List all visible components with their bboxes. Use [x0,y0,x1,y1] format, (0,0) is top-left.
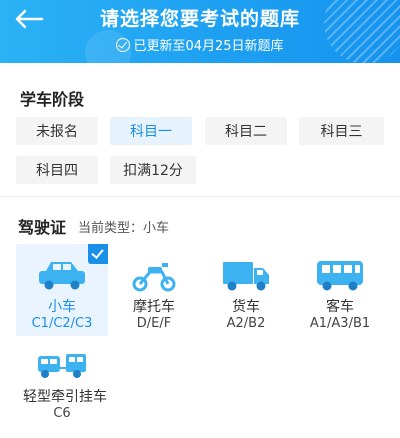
license-section-title: 驾驶证 [18,218,67,237]
vehicle-option[interactable]: 轻型牵引挂车 C6 [16,334,108,426]
selected-check-icon [88,244,108,264]
page-title: 请选择您要考试的题库 [99,8,300,30]
motorcycle-icon [132,263,176,292]
vehicle-code: C6 [53,406,71,421]
vehicle-code: D/E/F [136,316,172,331]
divider [0,196,400,197]
trailer-icon [38,354,86,378]
current-type-label: 当前类型：小车 [78,221,170,236]
stage-option[interactable]: 未报名 [16,117,98,145]
vehicle-name: 客车 [326,299,354,315]
vehicle-code: A1/A3/B1 [309,316,371,331]
stage-option[interactable]: 科目三 [299,117,384,145]
check-circle-icon [116,38,131,52]
update-notice-text: 已更新至04月25日新题库 [133,39,284,54]
vehicle-option[interactable]: 客车 A1/A3/B1 [294,244,386,336]
stage-option[interactable]: 科目一 [110,117,192,145]
vehicle-code: C1/C2/C3 [31,316,93,331]
vehicle-option[interactable]: 货车 A2/B2 [200,244,292,336]
car-icon [39,262,85,290]
header-bar: 请选择您要考试的题库 已更新至04月25日新题库 [0,0,400,63]
stage-section-title: 学车阶段 [20,90,85,109]
stage-option[interactable]: 科目二 [205,117,287,145]
stage-option[interactable]: 科目四 [16,156,98,184]
vehicle-name: 轻型牵引挂车 [23,389,107,405]
vehicle-code: A2/B2 [226,316,266,331]
truck-icon [223,262,269,291]
vehicle-option[interactable]: 小车 C1/C2/C3 [16,244,108,336]
vehicle-name: 小车 [48,299,76,315]
update-notice: 已更新至04月25日新题库 [0,35,400,54]
stage-option[interactable]: 扣满12分 [110,156,196,184]
bus-icon [317,261,363,291]
vehicle-name: 摩托车 [133,299,175,315]
vehicle-option[interactable]: 摩托车 D/E/F [108,244,200,336]
vehicle-name: 货车 [232,299,260,315]
